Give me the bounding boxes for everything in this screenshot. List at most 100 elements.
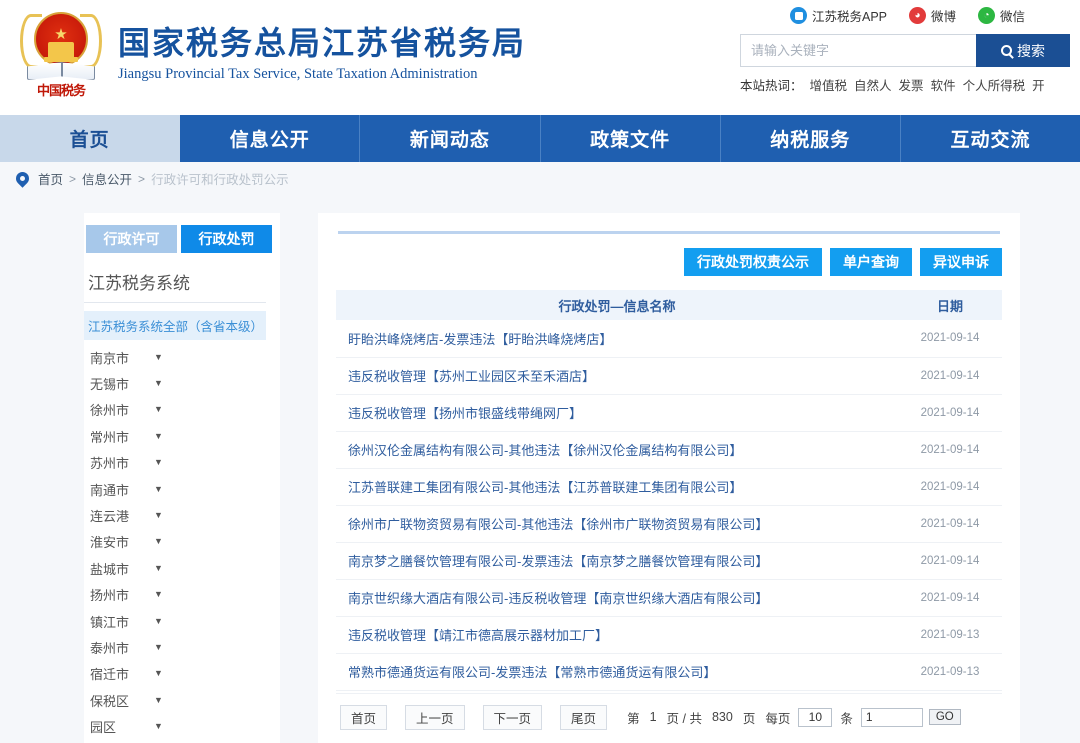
pagination-per-page-label: 每页 (765, 708, 790, 727)
chevron-down-icon: ▼ (154, 696, 163, 705)
sidebar-item-changzhou[interactable]: 常州市 ▼ (84, 423, 280, 449)
row-date: 2021-09-14 (898, 394, 1002, 431)
sidebar-item-nantong[interactable]: 南通市 ▼ (84, 476, 280, 502)
table-row[interactable]: 盱眙洪峰烧烤店-发票违法【盱眙洪峰烧烤店】 2021-09-14 (336, 320, 1002, 357)
table-row[interactable]: 南京梦之膳餐饮管理有限公司-发票违法【南京梦之膳餐饮管理有限公司】 2021-0… (336, 542, 1002, 579)
sidebar-tab-administrative-license[interactable]: 行政许可 (86, 225, 177, 253)
panel-divider (338, 231, 1000, 234)
table-row[interactable]: 违反税收管理【苏州工业园区禾至禾酒店】 2021-09-14 (336, 357, 1002, 394)
pagination-last-button[interactable]: 尾页 (560, 705, 607, 730)
row-name-link[interactable]: 常熟市德通货运有限公司-发票违法【常熟市德通货运有限公司】 (336, 653, 898, 690)
nav-item-interaction[interactable]: 互动交流 (901, 115, 1080, 162)
table-row[interactable]: 违反税收管理【靖江市德高展示器材加工厂】 2021-09-13 (336, 616, 1002, 653)
row-name-link[interactable]: 徐州汉伦金属结构有限公司-其他违法【徐州汉伦金属结构有限公司】 (336, 431, 898, 468)
sidebar-item-bonded-zone[interactable]: 保税区 ▼ (84, 687, 280, 713)
search-button-label: 搜索 (1017, 41, 1045, 61)
pagination-first-button[interactable]: 首页 (340, 705, 387, 730)
tax-emblem-icon: ★ 中国税务 (18, 8, 104, 100)
sidebar-item-all[interactable]: 江苏税务系统全部（含省本级） (84, 311, 266, 340)
sidebar-item-lianyungang[interactable]: 连云港 ▼ (84, 502, 280, 528)
sidebar-item-park[interactable]: 园区 ▼ (84, 713, 280, 739)
applink-wechat[interactable]: ◔ 微信 (978, 6, 1025, 25)
applink-label: 微信 (1000, 6, 1025, 25)
sidebar-city-label: 南通市 (90, 480, 146, 499)
table-row[interactable]: 违反税收管理【扬州市银盛线带绳网厂】 2021-09-14 (336, 394, 1002, 431)
sidebar-item-wuxi[interactable]: 无锡市 ▼ (84, 370, 280, 396)
penalty-authority-disclosure-button[interactable]: 行政处罚权责公示 (684, 248, 822, 276)
table-row[interactable]: 江苏普联建工集团有限公司-其他违法【江苏普联建工集团有限公司】 2021-09-… (336, 468, 1002, 505)
brand-block: ★ 中国税务 国家税务总局江苏省税务局 Jiangsu Provincial T… (0, 0, 526, 100)
row-name-link[interactable]: 江苏普联建工集团有限公司-其他违法【江苏普联建工集团有限公司】 (336, 468, 898, 505)
applink-jiangsu-tax-app[interactable]: 江苏税务APP (790, 6, 887, 25)
app-icon (790, 7, 807, 24)
chevron-down-icon: ▼ (154, 537, 163, 546)
nav-item-tax-services[interactable]: 纳税服务 (721, 115, 901, 162)
emblem-caption: 中国税务 (18, 80, 104, 99)
chevron-down-icon: ▼ (154, 405, 163, 414)
sidebar-city-label: 盐城市 (90, 559, 146, 578)
table-row[interactable]: 常熟市德通货运有限公司-发票违法【常熟市德通货运有限公司】 2021-09-13 (336, 653, 1002, 690)
nav-item-policy-documents[interactable]: 政策文件 (541, 115, 721, 162)
column-header-date: 日期 (898, 290, 1002, 320)
breadcrumb-item-information-disclosure[interactable]: 信息公开 (82, 169, 132, 188)
chevron-down-icon: ▼ (154, 722, 163, 731)
table-row[interactable]: 徐州汉伦金属结构有限公司-其他违法【徐州汉伦金属结构有限公司】 2021-09-… (336, 431, 1002, 468)
sidebar-item-yancheng[interactable]: 盐城市 ▼ (84, 555, 280, 581)
sidebar-item-suzhou[interactable]: 苏州市 ▼ (84, 450, 280, 476)
column-header-name: 行政处罚—信息名称 (336, 290, 898, 320)
breadcrumb-item-home[interactable]: 首页 (38, 169, 63, 188)
sidebar-item-xuzhou[interactable]: 徐州市 ▼ (84, 397, 280, 423)
chevron-down-icon: ▼ (154, 485, 163, 494)
sidebar-item-zhenjiang[interactable]: 镇江市 ▼ (84, 608, 280, 634)
sidebar-item-huaian[interactable]: 淮安市 ▼ (84, 529, 280, 555)
applink-weibo[interactable]: ◕ 微博 (909, 6, 956, 25)
sidebar-item-yangzhou[interactable]: 扬州市 ▼ (84, 582, 280, 608)
main-navigation: 首页 信息公开 新闻动态 政策文件 纳税服务 互动交流 (0, 115, 1080, 162)
row-name-link[interactable]: 南京世织缘大酒店有限公司-违反税收管理【南京世织缘大酒店有限公司】 (336, 579, 898, 616)
nav-item-home[interactable]: 首页 (0, 115, 180, 162)
chevron-down-icon: ▼ (154, 432, 163, 441)
hot-word[interactable]: 增值税 (810, 79, 848, 93)
sidebar-tabs: 行政许可 行政处罚 (84, 225, 280, 253)
hot-word[interactable]: 个人所得税 (963, 79, 1026, 93)
breadcrumb-separator: > (138, 172, 145, 186)
row-date: 2021-09-14 (898, 468, 1002, 505)
sidebar-city-label: 泰州市 (90, 638, 146, 657)
row-date: 2021-09-13 (898, 653, 1002, 690)
nav-item-information-disclosure[interactable]: 信息公开 (180, 115, 360, 162)
row-name-link[interactable]: 违反税收管理【靖江市德高展示器材加工厂】 (336, 616, 898, 653)
nav-item-news[interactable]: 新闻动态 (360, 115, 540, 162)
sidebar-item-suqian[interactable]: 宿迁市 ▼ (84, 661, 280, 687)
pagination-go-button[interactable]: GO (929, 709, 961, 725)
pagination-jump-input[interactable] (861, 708, 923, 727)
pagination-info-prefix: 第 (627, 708, 640, 727)
table-row[interactable]: 徐州市广联物资贸易有限公司-其他违法【徐州市广联物资贸易有限公司】 2021-0… (336, 505, 1002, 542)
search-button[interactable]: 搜索 (976, 34, 1070, 67)
row-name-link[interactable]: 南京梦之膳餐饮管理有限公司-发票违法【南京梦之膳餐饮管理有限公司】 (336, 542, 898, 579)
row-name-link[interactable]: 违反税收管理【苏州工业园区禾至禾酒店】 (336, 357, 898, 394)
search-input[interactable] (740, 34, 976, 67)
action-button-row: 行政处罚权责公示 单户查询 异议申诉 (336, 248, 1002, 276)
single-household-query-button[interactable]: 单户查询 (830, 248, 912, 276)
chevron-down-icon: ▼ (154, 379, 163, 388)
objection-appeal-button[interactable]: 异议申诉 (920, 248, 1002, 276)
hot-word[interactable]: 自然人 (854, 79, 892, 93)
chevron-down-icon: ▼ (154, 590, 163, 599)
sidebar-tab-administrative-penalty[interactable]: 行政处罚 (181, 225, 272, 253)
hot-word[interactable]: 软件 (931, 79, 956, 93)
pagination-per-page-input[interactable] (798, 708, 832, 727)
pagination-next-button[interactable]: 下一页 (483, 705, 543, 730)
sidebar-item-taizhou[interactable]: 泰州市 ▼ (84, 634, 280, 660)
sidebar-item-nanjing[interactable]: 南京市 ▼ (84, 344, 280, 370)
row-date: 2021-09-14 (898, 505, 1002, 542)
row-date: 2021-09-14 (898, 357, 1002, 394)
row-name-link[interactable]: 违反税收管理【扬州市银盛线带绳网厂】 (336, 394, 898, 431)
row-name-link[interactable]: 盱眙洪峰烧烤店-发票违法【盱眙洪峰烧烤店】 (336, 320, 898, 357)
sidebar-city-label: 苏州市 (90, 453, 146, 472)
table-row[interactable]: 南京世织缘大酒店有限公司-违反税收管理【南京世织缘大酒店有限公司】 2021-0… (336, 579, 1002, 616)
chevron-down-icon: ▼ (154, 617, 163, 626)
row-name-link[interactable]: 徐州市广联物资贸易有限公司-其他违法【徐州市广联物资贸易有限公司】 (336, 505, 898, 542)
pagination-prev-button[interactable]: 上一页 (405, 705, 465, 730)
hot-word[interactable]: 发票 (899, 79, 924, 93)
hot-word[interactable]: 开 (1032, 79, 1045, 93)
